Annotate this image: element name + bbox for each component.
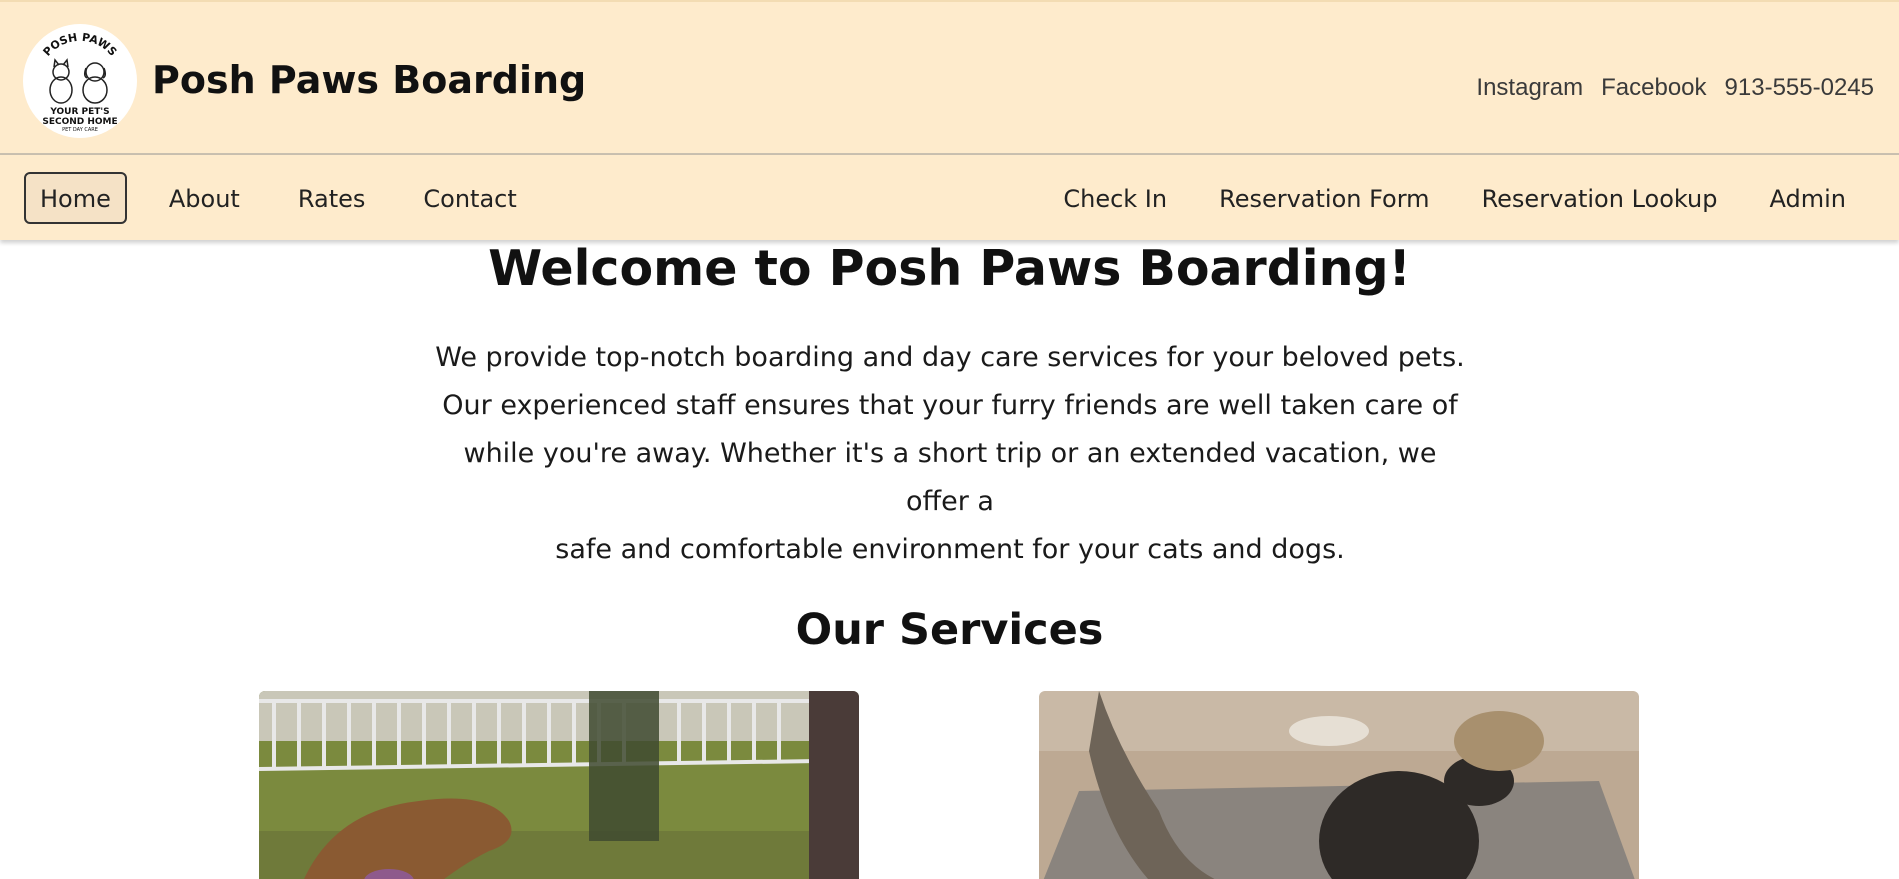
services-title: Our Services <box>795 605 1104 655</box>
nav-contact[interactable]: Contact <box>407 172 532 224</box>
nav-check-in[interactable]: Check In <box>1047 172 1183 224</box>
nav-home[interactable]: Home <box>24 172 127 224</box>
nav-rates[interactable]: Rates <box>282 172 382 224</box>
nav-admin[interactable]: Admin <box>1754 172 1863 224</box>
cat-service-image[interactable] <box>1039 691 1639 879</box>
intro-line: Our experienced staff ensures that your … <box>442 390 1458 421</box>
intro-line: while you're away. Whether it's a short … <box>463 438 1437 517</box>
logo-line2: SECOND HOME <box>42 117 117 127</box>
intro-text: We provide top-notch boarding and day ca… <box>430 334 1470 574</box>
nav-about[interactable]: About <box>153 172 256 224</box>
intro-line: We provide top-notch boarding and day ca… <box>435 342 1465 373</box>
instagram-link[interactable]: Instagram <box>1476 74 1583 102</box>
nav-right: Check In Reservation Form Reservation Lo… <box>1027 172 1862 224</box>
nav-left: Home About Rates Contact <box>24 172 559 224</box>
intro-line: safe and comfortable environment for you… <box>555 534 1345 565</box>
site-title[interactable]: Posh Paws Boarding <box>152 58 586 102</box>
header-links: Instagram Facebook 913-555-0245 <box>1476 74 1874 102</box>
facebook-link[interactable]: Facebook <box>1601 74 1706 102</box>
nav-reservation-form[interactable]: Reservation Form <box>1203 172 1445 224</box>
dog-service-image[interactable] <box>259 691 859 879</box>
site-header: POSH PAWS YOUR PET'S SECOND HOME PET DAY… <box>0 0 1899 155</box>
welcome-title: Welcome to Posh Paws Boarding! <box>488 240 1411 297</box>
logo-image: POSH PAWS YOUR PET'S SECOND HOME PET DAY… <box>24 25 136 137</box>
nav-reservation-lookup[interactable]: Reservation Lookup <box>1466 172 1734 224</box>
main-nav: Home About Rates Contact Check In Reserv… <box>0 155 1899 240</box>
phone-link[interactable]: 913-555-0245 <box>1725 74 1874 102</box>
logo-line1: YOUR PET'S <box>49 107 109 117</box>
logo[interactable]: POSH PAWS YOUR PET'S SECOND HOME PET DAY… <box>23 24 137 138</box>
logo-line3: PET DAY CARE <box>62 127 98 133</box>
